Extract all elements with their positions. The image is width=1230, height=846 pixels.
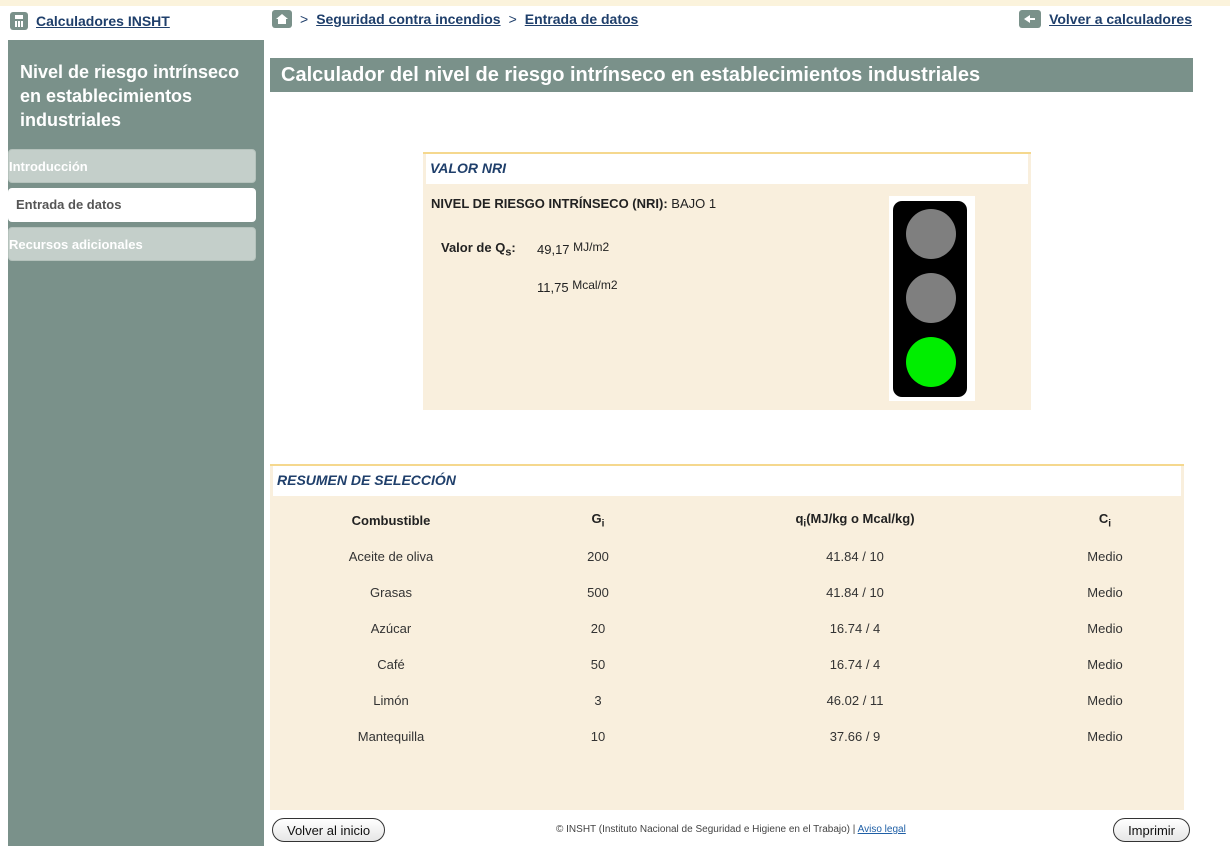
nri-panel: VALOR NRI NIVEL DE RIESGO INTRÍNSECO (NR… bbox=[423, 152, 1031, 410]
table-row: Limón 3 46.02 / 11 Medio bbox=[270, 682, 1184, 718]
cell-combustible: Café bbox=[377, 656, 405, 672]
cell-q: 41.84 / 10 bbox=[826, 584, 884, 600]
print-button[interactable]: Imprimir bbox=[1113, 818, 1190, 842]
calculators-link[interactable]: Calculadores INSHT bbox=[10, 12, 170, 30]
column-header-q: qi(MJ/kg o Mcal/kg) bbox=[795, 510, 915, 530]
back-arrow-icon bbox=[1019, 10, 1042, 28]
qs-label: Valor de Qs: bbox=[441, 240, 516, 259]
cell-c: Medio bbox=[1087, 728, 1123, 744]
cell-c: Medio bbox=[1087, 584, 1123, 600]
sidebar-item-introduccion[interactable]: Introducción bbox=[8, 149, 256, 183]
legal-notice-link[interactable]: Aviso legal bbox=[858, 824, 906, 835]
nri-label: NIVEL DE RIESGO INTRÍNSECO (NRI): bbox=[431, 196, 668, 211]
qs-value-mj: 49,17 MJ/m2 bbox=[537, 240, 610, 257]
calculators-link-label[interactable]: Calculadores INSHT bbox=[36, 13, 170, 29]
page-title: Calculador del nivel de riesgo intrínsec… bbox=[270, 58, 1193, 92]
copyright-text: © INSHT (Instituto Nacional de Seguridad… bbox=[556, 824, 856, 835]
yellow-lamp-icon bbox=[906, 273, 956, 323]
cell-q: 16.74 / 4 bbox=[829, 620, 881, 636]
table-row: Azúcar 20 16.74 / 4 Medio bbox=[270, 610, 1184, 646]
cell-q: 16.74 / 4 bbox=[829, 656, 881, 672]
cell-combustible: Azúcar bbox=[370, 620, 412, 636]
breadcrumb-entrada[interactable]: Entrada de datos bbox=[525, 11, 639, 27]
home-icon[interactable] bbox=[272, 10, 292, 28]
back-to-calculators-link[interactable]: Volver a calculadores bbox=[1019, 10, 1192, 28]
sidebar-title: Nivel de riesgo intrínseco en establecim… bbox=[20, 62, 240, 130]
sidebar: Calculadores INSHT Nivel de riesgo intrí… bbox=[8, 6, 264, 846]
column-header-c: Ci bbox=[1098, 510, 1112, 530]
cell-g: 20 bbox=[590, 620, 606, 636]
sidebar-panel: Nivel de riesgo intrínseco en establecim… bbox=[8, 40, 264, 846]
cell-c: Medio bbox=[1087, 692, 1123, 708]
footer: Volver al inicio © INSHT (Instituto Naci… bbox=[270, 818, 1192, 844]
cell-combustible: Limón bbox=[373, 692, 409, 708]
nri-panel-title: VALOR NRI bbox=[430, 160, 506, 176]
summary-panel-title: RESUMEN DE SELECCIÓN bbox=[277, 472, 456, 488]
cell-q: 41.84 / 10 bbox=[826, 548, 884, 564]
copyright: © INSHT (Instituto Nacional de Seguridad… bbox=[556, 824, 906, 835]
nri-value: BAJO 1 bbox=[671, 196, 717, 211]
breadcrumb-separator: > bbox=[300, 11, 309, 27]
table-row: Grasas 500 41.84 / 10 Medio bbox=[270, 574, 1184, 610]
table-row: Aceite de oliva 200 41.84 / 10 Medio bbox=[270, 538, 1184, 574]
sidebar-header: Calculadores INSHT bbox=[8, 6, 264, 40]
summary-table: Combustible Gi qi(MJ/kg o Mcal/kg) Ci Ac… bbox=[270, 502, 1184, 754]
breadcrumb: > Seguridad contra incendios > Entrada d… bbox=[272, 10, 638, 28]
red-lamp-icon bbox=[906, 209, 956, 259]
cell-combustible: Aceite de oliva bbox=[348, 548, 434, 564]
sidebar-item-entrada-de-datos[interactable]: Entrada de datos bbox=[8, 188, 256, 222]
calculator-icon bbox=[10, 12, 28, 30]
nri-panel-header: VALOR NRI bbox=[423, 154, 1031, 184]
cell-q: 37.66 / 9 bbox=[829, 728, 881, 744]
table-row: Mantequilla 10 37.66 / 9 Medio bbox=[270, 718, 1184, 754]
cell-c: Medio bbox=[1087, 548, 1123, 564]
qs-value-mcal: 11,75 Mcal/m2 bbox=[537, 278, 618, 295]
cell-g: 50 bbox=[590, 656, 606, 672]
traffic-light bbox=[889, 196, 975, 401]
cell-g: 10 bbox=[590, 728, 606, 744]
column-header-combustible: Combustible bbox=[351, 512, 431, 528]
cell-g: 3 bbox=[594, 692, 602, 708]
table-row: Café 50 16.74 / 4 Medio bbox=[270, 646, 1184, 682]
breadcrumb-seguridad[interactable]: Seguridad contra incendios bbox=[316, 11, 500, 27]
cell-c: Medio bbox=[1087, 656, 1123, 672]
breadcrumb-separator: > bbox=[508, 11, 517, 27]
column-header-g: Gi bbox=[591, 510, 605, 530]
nri-result: NIVEL DE RIESGO INTRÍNSECO (NRI): BAJO 1 bbox=[431, 196, 716, 211]
green-lamp-icon bbox=[906, 337, 956, 387]
traffic-light-body bbox=[893, 201, 967, 397]
cell-c: Medio bbox=[1087, 620, 1123, 636]
back-to-calculators-label[interactable]: Volver a calculadores bbox=[1049, 11, 1192, 27]
table-header-row: Combustible Gi qi(MJ/kg o Mcal/kg) Ci bbox=[270, 502, 1184, 538]
summary-panel: RESUMEN DE SELECCIÓN Combustible Gi qi(M… bbox=[270, 464, 1184, 810]
summary-panel-header: RESUMEN DE SELECCIÓN bbox=[270, 466, 1184, 496]
cell-q: 46.02 / 11 bbox=[826, 692, 884, 708]
home-button[interactable]: Volver al inicio bbox=[272, 818, 386, 842]
cell-g: 200 bbox=[587, 548, 609, 564]
cell-g: 500 bbox=[587, 584, 609, 600]
cell-combustible: Grasas bbox=[370, 584, 412, 600]
cell-combustible: Mantequilla bbox=[357, 728, 425, 744]
sidebar-item-recursos-adicionales[interactable]: Recursos adicionales bbox=[8, 227, 256, 261]
